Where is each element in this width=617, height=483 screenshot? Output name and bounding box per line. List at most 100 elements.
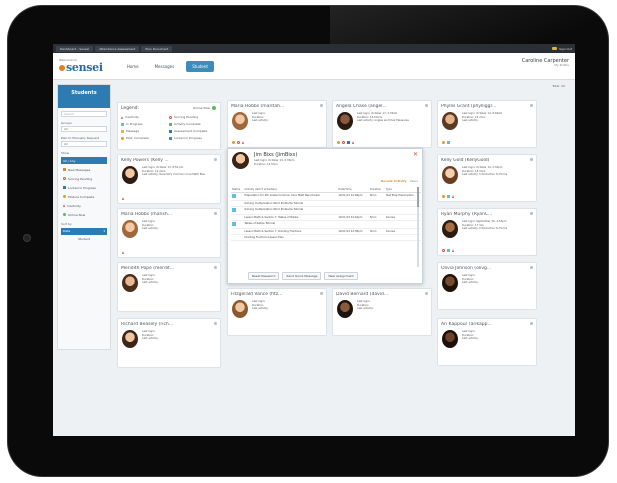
student-card[interactable]: Kelly Powers (Kelly ... Last login: Octo… — [117, 154, 221, 204]
activity-cell: Tables of Ratios Tutorial — [243, 220, 338, 229]
warning-icon — [242, 141, 244, 144]
gear-icon[interactable] — [320, 104, 323, 107]
status-icons — [122, 251, 124, 254]
table-row[interactable]: Dividing Fractions Lesson Plan — [231, 234, 421, 241]
tablet-screen: Dashboard - Sensei Attendance Assessment… — [53, 44, 575, 436]
last-activity: Last activity: — [357, 307, 374, 311]
last-activity: Last activity: — [462, 281, 479, 285]
close-icon[interactable]: ✕ — [413, 151, 418, 158]
filter-scoring-pending[interactable]: Scoring Pending — [61, 175, 107, 182]
last-activity: Last activity: — [142, 227, 159, 231]
scoring-icon — [342, 141, 345, 144]
popup-meta: Last login: October 14, 2:35pm Duration: … — [254, 159, 294, 166]
gear-icon[interactable] — [530, 104, 533, 107]
card-meta: Last login: October 17, 2:35am Duration: … — [357, 112, 409, 123]
student-card[interactable]: Ari Kappour (arikapp... Last login: Durat… — [437, 318, 537, 366]
gear-icon[interactable] — [320, 292, 323, 295]
plan-select[interactable]: All — [61, 141, 107, 147]
gear-icon[interactable] — [425, 104, 428, 107]
table-row[interactable]: Preparation for 4th Grade Common Core Ma… — [231, 192, 421, 201]
filter-online-now[interactable]: Online Now — [61, 211, 107, 218]
gear-icon[interactable] — [530, 322, 533, 325]
student-card[interactable]: Phyllis Grant (phylliggr... Last login: … — [437, 100, 537, 148]
table-row[interactable]: Tables of Ratios Tutorial — [231, 220, 421, 229]
status-cell — [231, 220, 244, 229]
table-row[interactable]: Solving multiplication Word Problems Tut… — [231, 206, 421, 215]
scrollbar-thumb[interactable] — [417, 187, 419, 207]
reset-password-button[interactable]: Reset Password — [248, 272, 280, 280]
progress-icon — [447, 195, 450, 198]
avatar — [232, 152, 249, 169]
filter-new-messages[interactable]: New Messages — [61, 166, 107, 173]
gear-icon[interactable] — [425, 292, 428, 295]
warning-icon — [452, 249, 454, 252]
type-cell: Test Prep Prescription — [384, 192, 421, 201]
filter-inactivity[interactable]: Inactivity — [61, 202, 107, 209]
student-card[interactable]: Olivia Johnson (olivg... Last login: Dura… — [437, 262, 537, 310]
progress-icon — [232, 222, 236, 226]
gear-icon[interactable] — [214, 212, 217, 215]
gear-icon[interactable] — [214, 322, 217, 325]
student-card[interactable]: Kelly Gold (KellyGold) Last login: Octob… — [437, 154, 537, 202]
nav-student[interactable]: Student — [186, 60, 214, 72]
legend-label: In Progress — [126, 122, 143, 126]
nav-home[interactable]: Home — [123, 62, 143, 71]
sort-option[interactable]: Student — [61, 237, 107, 241]
sort-label: Sort by — [61, 222, 72, 226]
student-card[interactable]: Richard Beasely (rich... Last login: Dura… — [117, 318, 221, 368]
complete-icon — [121, 136, 124, 140]
student-card[interactable]: Meridith Pope (merdit... Last login: Dura… — [117, 262, 221, 312]
progress-icon — [447, 141, 450, 144]
browser-tab[interactable]: Plan Document — [141, 45, 173, 52]
card-meta: Last login: Duration: Last activity: — [462, 274, 478, 285]
progress-icon — [232, 208, 236, 212]
filter-all[interactable]: All / Any — [61, 157, 107, 164]
progress-icon — [232, 194, 236, 198]
gear-icon[interactable] — [214, 158, 217, 161]
nav-messages[interactable]: Messages — [151, 62, 179, 71]
search-input[interactable]: Search — [61, 111, 107, 117]
student-name: Angela Chase (angel... — [336, 104, 387, 109]
send-quick-message-button[interactable]: Send Quick Message — [282, 272, 322, 280]
last-activity: Last activity: — [462, 119, 479, 123]
complete-icon — [442, 141, 445, 144]
progress-icon — [447, 249, 450, 252]
online-icon — [63, 213, 66, 216]
legend-label: Assessment Complete — [174, 129, 208, 133]
student-name: Ryan Murphy (RyanC... — [441, 212, 493, 217]
scoring-icon — [442, 249, 445, 252]
browser-tab[interactable]: Dashboard - Sensei — [56, 45, 94, 52]
activity-scrollbar[interactable] — [417, 187, 419, 267]
gear-icon[interactable] — [214, 266, 217, 269]
browser-tab[interactable]: Attendance Assessment — [95, 45, 140, 52]
popup-student-name: Jim Bixs (JimBixs) — [254, 152, 298, 158]
filter-locked[interactable]: Locked in Progress — [61, 184, 107, 191]
type-cell — [384, 220, 421, 229]
sign-out-link[interactable]: Sign Out — [559, 47, 572, 51]
student-card[interactable]: Angela Chase (angel... Last login: Octob… — [332, 100, 432, 148]
avatar — [122, 166, 138, 184]
avatar — [232, 112, 248, 130]
student-card[interactable]: Fitzgerald Vance (fitz... Last login: Dur… — [227, 288, 327, 336]
student-card[interactable]: Ryan Murphy (RyanC... Last login: Septem… — [437, 208, 537, 256]
student-card[interactable]: David Bernard (david... Last login: Durat… — [332, 288, 432, 336]
card-meta: Last login: Duration: Last activity: — [142, 220, 158, 231]
my-profile-link[interactable]: My Profile — [522, 63, 569, 68]
student-card[interactable]: Maria Hobbs (marish... Last login: Durati… — [117, 208, 221, 258]
legend-item: Message — [121, 129, 169, 133]
tab-users[interactable]: Users — [410, 179, 418, 183]
tab-recent-activity[interactable]: Recent Activity — [381, 179, 407, 183]
logo-mark-icon — [59, 65, 65, 71]
status-icons — [122, 197, 124, 200]
student-card[interactable]: Maria Hobbs (maritah... Last login: Durat… — [227, 100, 327, 148]
new-assignment-button[interactable]: New Assignment — [324, 272, 358, 280]
legend-label: Inactivity — [125, 115, 139, 119]
card-meta: Last login: October 14, 8:46am Duration: … — [462, 112, 502, 123]
gear-icon[interactable] — [530, 158, 533, 161]
status-cell — [231, 192, 244, 201]
gear-icon[interactable] — [530, 266, 533, 269]
sort-select[interactable]: Date ▾ — [61, 228, 107, 235]
filter-module-complete[interactable]: Module Complete — [61, 193, 107, 200]
groups-select[interactable]: All — [61, 126, 107, 132]
gear-icon[interactable] — [530, 212, 533, 215]
